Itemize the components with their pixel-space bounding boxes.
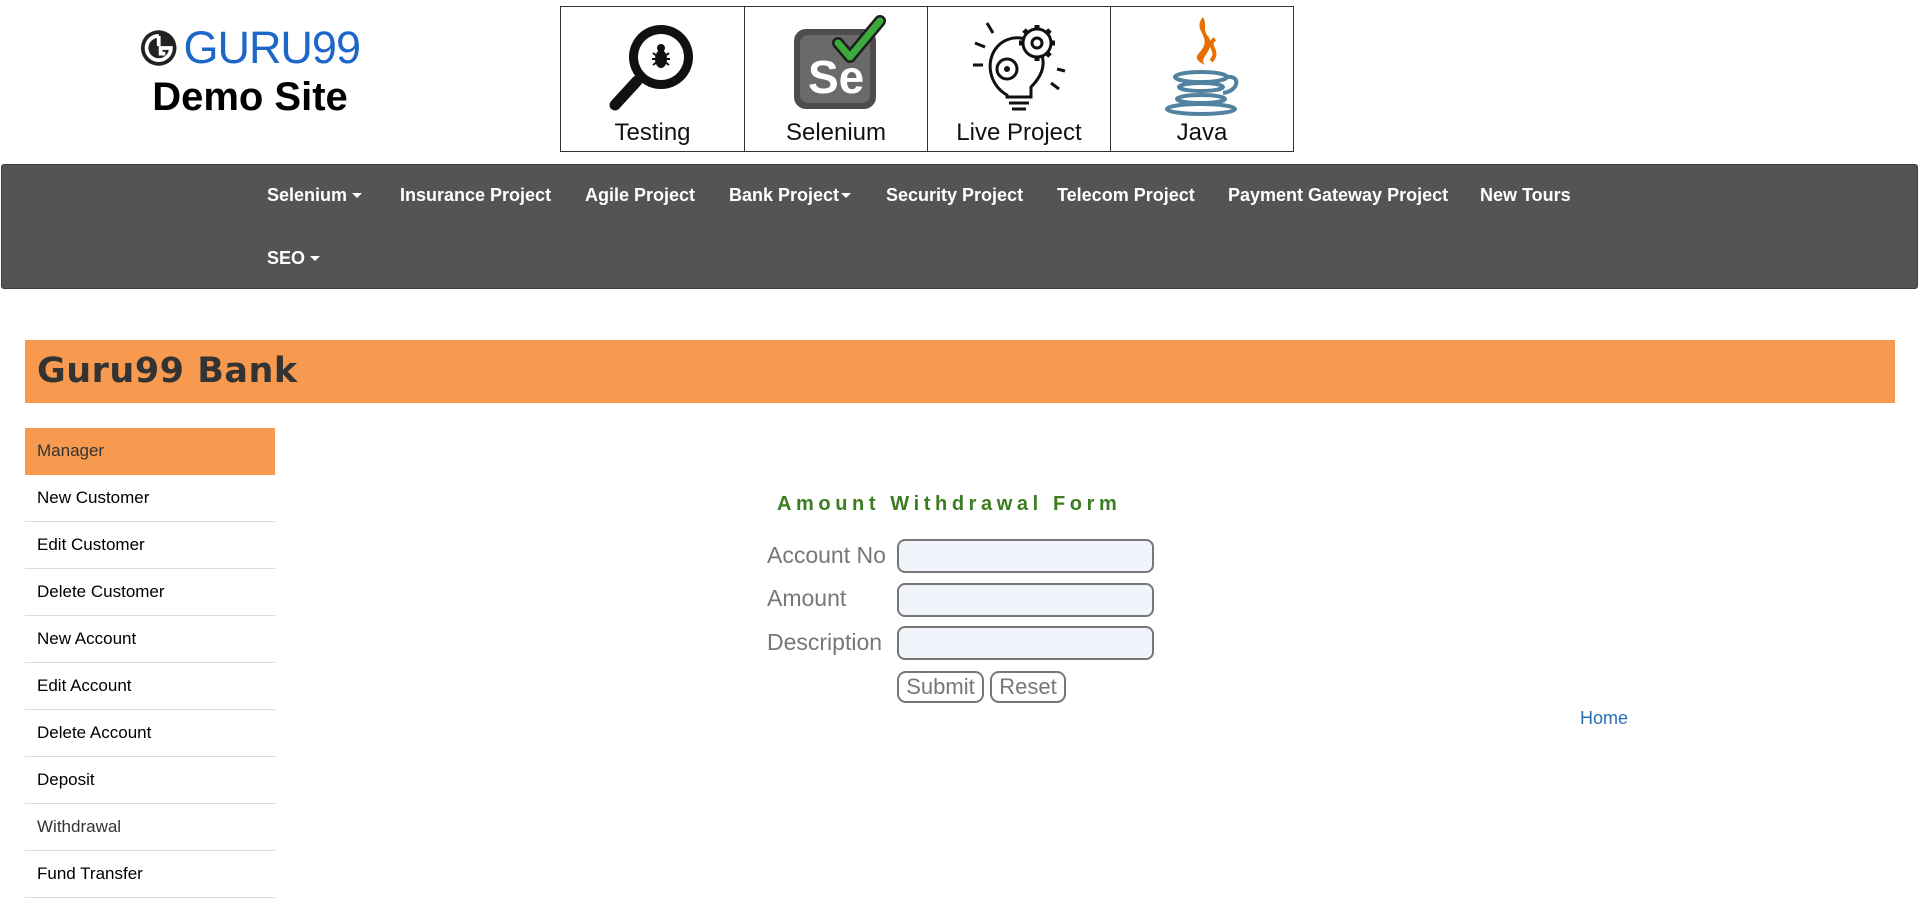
sidebar-item-edit-customer[interactable]: Edit Customer bbox=[25, 522, 275, 569]
lightbulb-gear-icon bbox=[928, 13, 1110, 117]
sidebar-item-manager[interactable]: Manager bbox=[25, 428, 275, 475]
nav-payment-gateway-project-label: Payment Gateway Project bbox=[1228, 185, 1449, 205]
sidebar-item-new-account[interactable]: New Account bbox=[25, 616, 275, 663]
nav-insurance-project-label: Insurance Project bbox=[400, 185, 552, 205]
logo-subtitle: Demo Site bbox=[152, 75, 348, 119]
nav-insurance-project[interactable]: Insurance Project bbox=[400, 185, 551, 206]
nav-telecom-project[interactable]: Telecom Project bbox=[1057, 185, 1195, 206]
magnifier-bug-icon bbox=[561, 13, 744, 117]
amount-input[interactable] bbox=[897, 583, 1154, 617]
caret-down-icon bbox=[310, 255, 321, 261]
main-navbar: Selenium Insurance Project Agile Project… bbox=[1, 164, 1918, 289]
nav-payment-gateway-project[interactable]: Payment Gateway Project bbox=[1228, 185, 1448, 206]
form-title: Amount Withdrawal Form bbox=[777, 493, 1122, 515]
topic-live-project[interactable]: Live Project bbox=[927, 7, 1110, 151]
guru99-logo[interactable]: GURU99 Demo Site bbox=[140, 22, 361, 119]
sidebar-item-new-customer[interactable]: New Customer bbox=[25, 475, 275, 522]
bank-banner: Guru99 Bank bbox=[25, 340, 1895, 403]
sidebar-item-withdrawal[interactable]: Withdrawal bbox=[25, 804, 275, 851]
description-input[interactable] bbox=[897, 626, 1154, 660]
caret-down-icon bbox=[841, 192, 852, 198]
java-cup-icon bbox=[1111, 13, 1293, 117]
logo-word: GURU99 bbox=[183, 22, 361, 73]
nav-seo[interactable]: SEO bbox=[267, 248, 321, 269]
nav-security-project[interactable]: Security Project bbox=[886, 185, 1023, 206]
account-no-input[interactable] bbox=[897, 539, 1154, 573]
nav-selenium[interactable]: Selenium bbox=[267, 185, 363, 206]
manager-sidebar: Manager New Customer Edit Customer Delet… bbox=[25, 428, 275, 898]
home-link[interactable]: Home bbox=[1580, 708, 1628, 729]
nav-bank-project-label: Bank Project bbox=[729, 185, 840, 205]
sidebar-item-delete-customer[interactable]: Delete Customer bbox=[25, 569, 275, 616]
sidebar-item-delete-account[interactable]: Delete Account bbox=[25, 710, 275, 757]
nav-new-tours-label: New Tours bbox=[1480, 185, 1571, 205]
topic-testing-label: Testing bbox=[614, 119, 691, 146]
topic-java-label: Java bbox=[1176, 119, 1228, 146]
topic-live-project-label: Live Project bbox=[956, 119, 1082, 146]
nav-selenium-label: Selenium bbox=[267, 185, 348, 205]
account-no-label: Account No bbox=[767, 542, 886, 568]
reset-button[interactable]: Reset bbox=[990, 671, 1066, 703]
amount-label: Amount bbox=[767, 585, 847, 611]
selenium-check-icon: Se bbox=[745, 13, 927, 117]
topic-selenium[interactable]: Se Selenium bbox=[744, 7, 927, 151]
nav-security-project-label: Security Project bbox=[886, 185, 1024, 205]
nav-agile-project-label: Agile Project bbox=[585, 185, 696, 205]
topic-testing[interactable]: Testing bbox=[561, 7, 744, 151]
topic-selenium-label: Selenium bbox=[785, 119, 887, 146]
nav-bank-project[interactable]: Bank Project bbox=[729, 185, 852, 206]
sidebar-item-edit-account[interactable]: Edit Account bbox=[25, 663, 275, 710]
guru99-logo-icon bbox=[140, 30, 177, 66]
submit-button[interactable]: Submit bbox=[897, 671, 984, 703]
topic-links: Testing Se Selenium Live Project Java bbox=[560, 6, 1294, 152]
sidebar-item-fund-transfer[interactable]: Fund Transfer bbox=[25, 851, 275, 898]
nav-agile-project[interactable]: Agile Project bbox=[585, 185, 695, 206]
topic-java[interactable]: Java bbox=[1110, 7, 1293, 151]
nav-new-tours[interactable]: New Tours bbox=[1480, 185, 1571, 206]
nav-seo-label: SEO bbox=[267, 248, 306, 268]
bank-title: Guru99 Bank bbox=[37, 351, 298, 391]
caret-down-icon bbox=[352, 192, 363, 198]
description-label: Description bbox=[767, 629, 883, 655]
sidebar-item-deposit[interactable]: Deposit bbox=[25, 757, 275, 804]
nav-telecom-project-label: Telecom Project bbox=[1057, 185, 1195, 205]
site-header: GURU99 Demo Site Testing Se Selenium Liv… bbox=[0, 0, 1920, 163]
